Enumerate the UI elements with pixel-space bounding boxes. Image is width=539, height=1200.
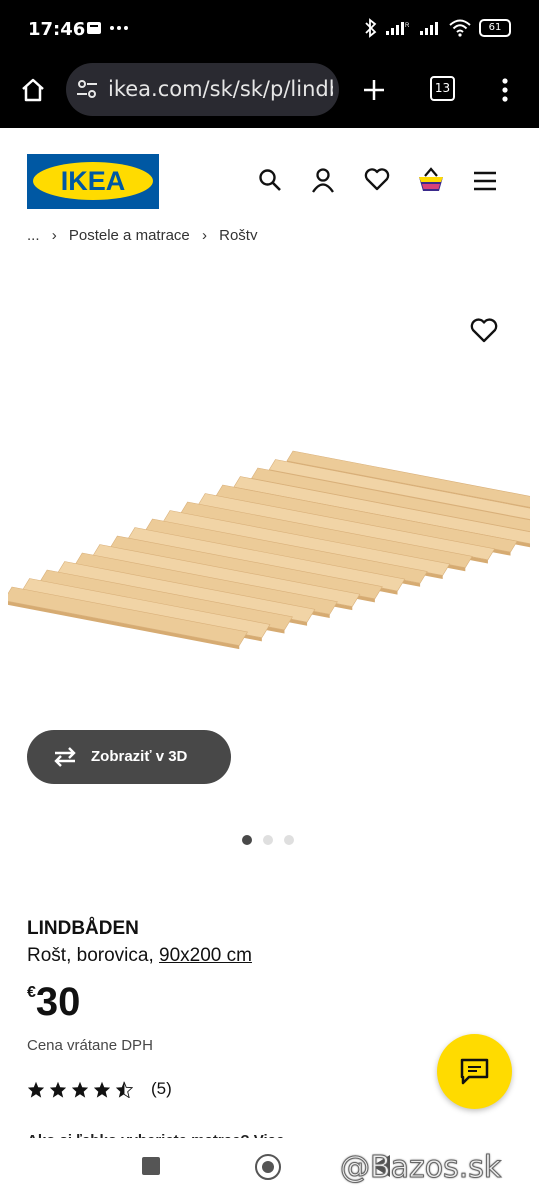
breadcrumb-item[interactable]: ... bbox=[27, 227, 40, 240]
save-to-list-icon[interactable] bbox=[470, 318, 498, 344]
view-3d-button[interactable]: Zobraziť v 3D bbox=[27, 730, 231, 784]
recents-button[interactable] bbox=[142, 1157, 160, 1175]
product-price: €30 bbox=[27, 980, 80, 1025]
matress-guide-link[interactable]: Ako si ľahko vyberiete matrac? Viac info… bbox=[27, 1130, 357, 1138]
home-icon[interactable] bbox=[20, 77, 46, 103]
address-bar[interactable]: ikea.com/sk/sk/p/lindbaden bbox=[66, 63, 339, 116]
site-settings-icon[interactable] bbox=[76, 78, 98, 100]
menu-icon[interactable] bbox=[474, 171, 496, 191]
cart-icon[interactable] bbox=[416, 166, 446, 194]
account-icon[interactable] bbox=[311, 167, 335, 193]
product-type: Rošt, borovica, bbox=[27, 945, 154, 966]
watermark: @Bazos.sk bbox=[339, 1150, 502, 1186]
product-rating[interactable]: (5) bbox=[27, 1079, 172, 1099]
search-icon[interactable] bbox=[258, 168, 282, 192]
product-image[interactable] bbox=[8, 445, 530, 655]
breadcrumb: ... › Postele a matrace › Rošty bbox=[27, 226, 265, 240]
carousel-indicator bbox=[242, 835, 294, 845]
chevron-right-icon: › bbox=[201, 227, 207, 240]
browser-toolbar: ikea.com/sk/sk/p/lindbaden 13 bbox=[0, 62, 539, 128]
notification-icons bbox=[86, 20, 130, 41]
rotate-3d-icon bbox=[54, 747, 76, 767]
rating-stars bbox=[27, 1081, 133, 1098]
ikea-logo[interactable]: IKEA bbox=[27, 154, 159, 209]
breadcrumb-item[interactable]: Rošty bbox=[219, 227, 257, 240]
wishlist-icon[interactable] bbox=[364, 168, 390, 192]
price-value: 30 bbox=[35, 980, 81, 1024]
carousel-dot[interactable] bbox=[263, 835, 273, 845]
review-count[interactable]: (5) bbox=[151, 1079, 172, 1099]
more-menu-icon[interactable] bbox=[500, 77, 510, 103]
star-icon bbox=[27, 1081, 45, 1098]
product-size-link[interactable]: 90x200 cm bbox=[159, 945, 252, 966]
carousel-dot[interactable] bbox=[242, 835, 252, 845]
product-description: Rošt, borovica, 90x200 cm bbox=[27, 945, 252, 967]
chevron-right-icon: › bbox=[51, 227, 57, 240]
battery-indicator: 61 bbox=[479, 19, 511, 37]
signal-icon: R bbox=[386, 22, 410, 35]
chat-button[interactable] bbox=[437, 1034, 512, 1109]
home-button[interactable] bbox=[255, 1154, 281, 1180]
status-bar: 17:46 R 61 bbox=[0, 0, 539, 62]
url-text: ikea.com/sk/sk/p/lindbaden bbox=[108, 77, 333, 101]
price-currency: € bbox=[27, 984, 36, 1001]
half-star-icon bbox=[115, 1081, 133, 1098]
breadcrumb-item[interactable]: Postele a matrace bbox=[69, 227, 190, 240]
new-tab-icon[interactable] bbox=[362, 78, 386, 102]
status-right: R 61 bbox=[365, 18, 511, 38]
logo-text: IKEA bbox=[60, 166, 126, 196]
site-header: IKEA bbox=[0, 128, 539, 223]
star-icon bbox=[49, 1081, 67, 1098]
chat-icon bbox=[460, 1058, 489, 1085]
star-icon bbox=[71, 1081, 89, 1098]
view-3d-label: Zobraziť v 3D bbox=[91, 748, 188, 765]
bluetooth-icon bbox=[365, 18, 377, 38]
star-icon bbox=[93, 1081, 111, 1098]
product-name: LINDBÅDEN bbox=[27, 918, 139, 939]
tab-switcher-button[interactable]: 13 bbox=[430, 76, 455, 101]
svg-text:R: R bbox=[405, 23, 410, 29]
carousel-dot[interactable] bbox=[284, 835, 294, 845]
vat-note: Cena vrátane DPH bbox=[27, 1037, 153, 1054]
signal-icon-2 bbox=[420, 22, 438, 35]
wifi-icon bbox=[449, 19, 471, 37]
status-time: 17:46 bbox=[28, 19, 86, 40]
